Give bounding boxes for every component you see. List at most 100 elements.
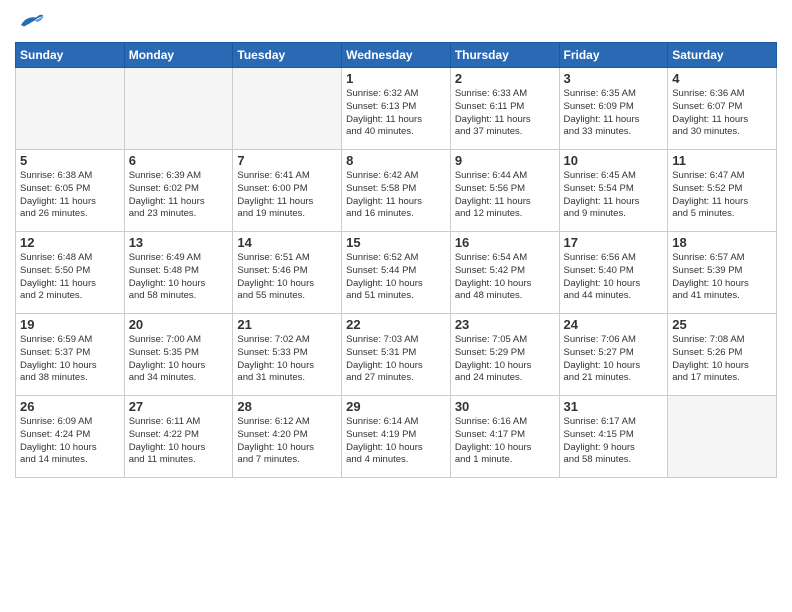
calendar-cell: 22 Sunrise: 7:03 AM Sunset: 5:31 PM Dayli… — [342, 314, 451, 396]
day-number: 7 — [237, 153, 337, 168]
day-info: Sunrise: 7:00 AM Sunset: 5:35 PM Dayligh… — [129, 334, 229, 385]
day-info: Sunrise: 6:11 AM Sunset: 4:22 PM Dayligh… — [129, 416, 229, 467]
day-info: Sunrise: 7:05 AM Sunset: 5:29 PM Dayligh… — [455, 334, 555, 385]
day-info: Sunrise: 6:32 AM Sunset: 6:13 PM Dayligh… — [346, 88, 446, 139]
weekday-header-thursday: Thursday — [450, 43, 559, 68]
calendar-cell: 14 Sunrise: 6:51 AM Sunset: 5:46 PM Dayli… — [233, 232, 342, 314]
day-info: Sunrise: 6:45 AM Sunset: 5:54 PM Dayligh… — [564, 170, 664, 221]
day-info: Sunrise: 6:33 AM Sunset: 6:11 PM Dayligh… — [455, 88, 555, 139]
calendar-cell: 24Sunrise: 7:06 AM Sunset: 5:27 PM Dayli… — [559, 314, 668, 396]
day-info: Sunrise: 6:59 AM Sunset: 5:37 PM Dayligh… — [20, 334, 120, 385]
calendar-cell — [124, 68, 233, 150]
weekday-header-sunday: Sunday — [16, 43, 125, 68]
calendar-cell: 16 Sunrise: 6:54 AM Sunset: 5:42 PM Dayli… — [450, 232, 559, 314]
day-info: Sunrise: 7:08 AM Sunset: 5:26 PM Dayligh… — [672, 334, 772, 385]
day-info: Sunrise: 6:56 AM Sunset: 5:40 PM Dayligh… — [564, 252, 664, 303]
day-number: 12 — [20, 235, 120, 250]
day-info: Sunrise: 6:17 AM Sunset: 4:15 PM Dayligh… — [564, 416, 664, 467]
calendar-cell: 27 Sunrise: 6:11 AM Sunset: 4:22 PM Dayli… — [124, 396, 233, 478]
calendar-cell: 21 Sunrise: 7:02 AM Sunset: 5:33 PM Dayli… — [233, 314, 342, 396]
calendar-cell: 29 Sunrise: 6:14 AM Sunset: 4:19 PM Dayli… — [342, 396, 451, 478]
calendar-cell: 12 Sunrise: 6:48 AM Sunset: 5:50 PM Dayli… — [16, 232, 125, 314]
calendar-cell: 11 Sunrise: 6:47 AM Sunset: 5:52 PM Dayli… — [668, 150, 777, 232]
day-info: Sunrise: 6:54 AM Sunset: 5:42 PM Dayligh… — [455, 252, 555, 303]
day-number: 15 — [346, 235, 446, 250]
weekday-header-saturday: Saturday — [668, 43, 777, 68]
day-info: Sunrise: 6:38 AM Sunset: 6:05 PM Dayligh… — [20, 170, 120, 221]
calendar-cell: 10 Sunrise: 6:45 AM Sunset: 5:54 PM Dayli… — [559, 150, 668, 232]
calendar-cell: 4 Sunrise: 6:36 AM Sunset: 6:07 PM Daylig… — [668, 68, 777, 150]
day-info: Sunrise: 6:42 AM Sunset: 5:58 PM Dayligh… — [346, 170, 446, 221]
calendar-cell: 19 Sunrise: 6:59 AM Sunset: 5:37 PM Dayli… — [16, 314, 125, 396]
calendar-week-1: 1 Sunrise: 6:32 AM Sunset: 6:13 PM Daylig… — [16, 68, 777, 150]
day-number: 21 — [237, 317, 337, 332]
day-number: 18 — [672, 235, 772, 250]
calendar-cell: 20 Sunrise: 7:00 AM Sunset: 5:35 PM Dayli… — [124, 314, 233, 396]
calendar-cell: 15Sunrise: 6:52 AM Sunset: 5:44 PM Dayli… — [342, 232, 451, 314]
day-number: 1 — [346, 71, 446, 86]
day-number: 22 — [346, 317, 446, 332]
day-number: 26 — [20, 399, 120, 414]
day-number: 9 — [455, 153, 555, 168]
calendar-cell: 18 Sunrise: 6:57 AM Sunset: 5:39 PM Dayli… — [668, 232, 777, 314]
weekday-header-wednesday: Wednesday — [342, 43, 451, 68]
calendar-cell: 17 Sunrise: 6:56 AM Sunset: 5:40 PM Dayli… — [559, 232, 668, 314]
day-info: Sunrise: 6:51 AM Sunset: 5:46 PM Dayligh… — [237, 252, 337, 303]
calendar-cell: 13 Sunrise: 6:49 AM Sunset: 5:48 PM Dayli… — [124, 232, 233, 314]
day-number: 11 — [672, 153, 772, 168]
calendar-table: SundayMondayTuesdayWednesdayThursdayFrid… — [15, 42, 777, 478]
calendar-cell — [233, 68, 342, 150]
weekday-header-friday: Friday — [559, 43, 668, 68]
day-info: Sunrise: 7:03 AM Sunset: 5:31 PM Dayligh… — [346, 334, 446, 385]
logo — [15, 10, 49, 34]
calendar-cell: 26 Sunrise: 6:09 AM Sunset: 4:24 PM Dayli… — [16, 396, 125, 478]
day-info: Sunrise: 6:49 AM Sunset: 5:48 PM Dayligh… — [129, 252, 229, 303]
day-number: 16 — [455, 235, 555, 250]
day-number: 6 — [129, 153, 229, 168]
weekday-header-tuesday: Tuesday — [233, 43, 342, 68]
calendar-week-3: 12 Sunrise: 6:48 AM Sunset: 5:50 PM Dayli… — [16, 232, 777, 314]
day-info: Sunrise: 7:06 AM Sunset: 5:27 PM Dayligh… — [564, 334, 664, 385]
calendar-cell — [668, 396, 777, 478]
day-number: 3 — [564, 71, 664, 86]
calendar-cell — [16, 68, 125, 150]
calendar-cell: 30Sunrise: 6:16 AM Sunset: 4:17 PM Dayli… — [450, 396, 559, 478]
calendar-cell: 9 Sunrise: 6:44 AM Sunset: 5:56 PM Daylig… — [450, 150, 559, 232]
calendar-cell: 7Sunrise: 6:41 AM Sunset: 6:00 PM Daylig… — [233, 150, 342, 232]
day-info: Sunrise: 6:14 AM Sunset: 4:19 PM Dayligh… — [346, 416, 446, 467]
day-number: 27 — [129, 399, 229, 414]
day-info: Sunrise: 6:35 AM Sunset: 6:09 PM Dayligh… — [564, 88, 664, 139]
day-info: Sunrise: 6:16 AM Sunset: 4:17 PM Dayligh… — [455, 416, 555, 467]
day-number: 25 — [672, 317, 772, 332]
calendar-week-2: 5Sunrise: 6:38 AM Sunset: 6:05 PM Daylig… — [16, 150, 777, 232]
calendar-cell: 6Sunrise: 6:39 AM Sunset: 6:02 PM Daylig… — [124, 150, 233, 232]
calendar-week-5: 26 Sunrise: 6:09 AM Sunset: 4:24 PM Dayli… — [16, 396, 777, 478]
day-number: 29 — [346, 399, 446, 414]
day-info: Sunrise: 6:09 AM Sunset: 4:24 PM Dayligh… — [20, 416, 120, 467]
calendar-cell: 23 Sunrise: 7:05 AM Sunset: 5:29 PM Dayli… — [450, 314, 559, 396]
header — [15, 10, 777, 34]
day-info: Sunrise: 6:44 AM Sunset: 5:56 PM Dayligh… — [455, 170, 555, 221]
calendar-cell: 28Sunrise: 6:12 AM Sunset: 4:20 PM Dayli… — [233, 396, 342, 478]
day-info: Sunrise: 7:02 AM Sunset: 5:33 PM Dayligh… — [237, 334, 337, 385]
calendar-week-4: 19 Sunrise: 6:59 AM Sunset: 5:37 PM Dayli… — [16, 314, 777, 396]
weekday-header-monday: Monday — [124, 43, 233, 68]
day-number: 10 — [564, 153, 664, 168]
day-info: Sunrise: 6:47 AM Sunset: 5:52 PM Dayligh… — [672, 170, 772, 221]
day-info: Sunrise: 6:36 AM Sunset: 6:07 PM Dayligh… — [672, 88, 772, 139]
calendar-cell: 1 Sunrise: 6:32 AM Sunset: 6:13 PM Daylig… — [342, 68, 451, 150]
calendar-cell: 3 Sunrise: 6:35 AM Sunset: 6:09 PM Daylig… — [559, 68, 668, 150]
day-number: 17 — [564, 235, 664, 250]
day-number: 20 — [129, 317, 229, 332]
day-number: 23 — [455, 317, 555, 332]
calendar-cell: 25 Sunrise: 7:08 AM Sunset: 5:26 PM Dayli… — [668, 314, 777, 396]
day-number: 31 — [564, 399, 664, 414]
day-number: 4 — [672, 71, 772, 86]
day-number: 14 — [237, 235, 337, 250]
day-info: Sunrise: 6:48 AM Sunset: 5:50 PM Dayligh… — [20, 252, 120, 303]
calendar-cell: 31 Sunrise: 6:17 AM Sunset: 4:15 PM Dayli… — [559, 396, 668, 478]
day-info: Sunrise: 6:57 AM Sunset: 5:39 PM Dayligh… — [672, 252, 772, 303]
day-number: 19 — [20, 317, 120, 332]
day-number: 2 — [455, 71, 555, 86]
day-number: 13 — [129, 235, 229, 250]
